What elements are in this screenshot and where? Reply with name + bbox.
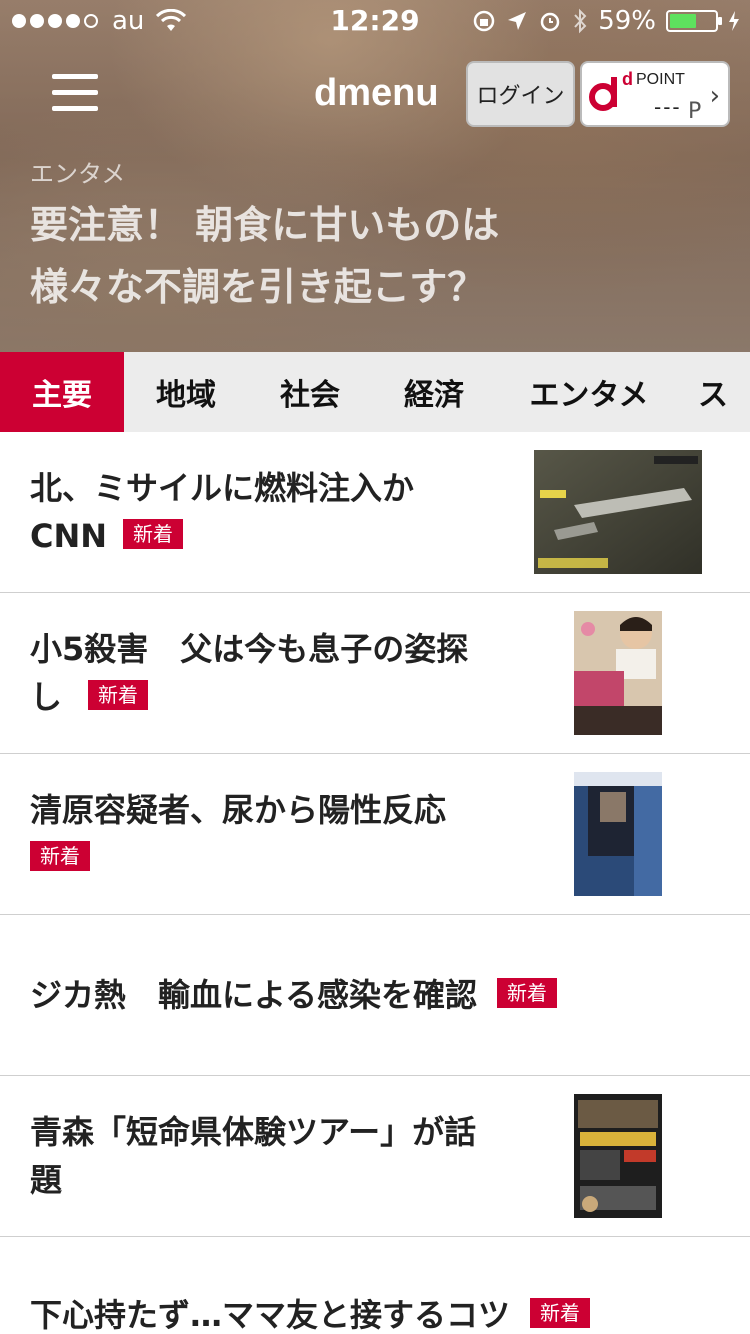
rotation-lock-icon [473,10,495,32]
menu-button[interactable] [52,72,98,112]
news-list: 北、ミサイルに燃料注入か CNN 新着 小5殺害 父は今も息子の姿探 し新着 清… [0,432,750,1334]
news-title: 小5殺害 父は今も息子の姿探 し新着 [30,630,469,716]
alarm-icon [540,12,560,32]
tab-society[interactable]: 社会 [248,352,372,432]
news-item[interactable]: 小5殺害 父は今も息子の姿探 し新着 [0,593,750,754]
tab-main[interactable]: 主要 [0,352,124,432]
news-thumbnail [574,611,662,735]
dpoint-unit: P [688,99,702,124]
dpoint-value: --- [654,95,682,119]
hero-category: エンタメ [30,160,126,188]
dpoint-button[interactable]: d POINT --- P › [580,61,730,127]
login-button[interactable]: ログイン [466,61,575,127]
news-item[interactable]: ジカ熱 輸血による感染を確認 新着 [0,915,750,1076]
battery-percent: 59% [598,6,656,36]
dmenu-logo[interactable]: dmenu [314,72,439,115]
status-bar: au 12:29 59% [0,0,750,40]
new-badge: 新着 [123,519,184,549]
hero-title-line2: 様々な不調を引き起こす？ [30,265,486,309]
chevron-right-icon: › [709,81,720,111]
news-title: ジカ熱 輸血による感染を確認 新着 [30,971,630,1019]
news-item[interactable]: 下心持たず…ママ友と接するコツ 新着 [0,1237,750,1334]
new-badge: 新着 [30,841,90,871]
tab-entertainment[interactable]: エンタメ [496,352,682,432]
news-title: 北、ミサイルに燃料注入か CNN 新着 [30,469,415,555]
news-title: 青森「短命県体験ツアー」が話 題 [30,1113,477,1199]
news-thumbnail [574,1094,662,1218]
bluetooth-icon [574,8,587,34]
news-thumbnail [534,450,702,574]
news-item[interactable]: 北、ミサイルに燃料注入か CNN 新着 [0,432,750,593]
news-item[interactable]: 清原容疑者、尿から陽性反応 新着 [0,754,750,915]
status-right: 59% [472,6,740,36]
dpoint-label: POINT [636,71,685,88]
news-title: 下心持たず…ママ友と接するコツ 新着 [30,1291,670,1334]
charging-icon [729,11,739,31]
location-arrow-icon [508,12,527,30]
news-item[interactable]: 青森「短命県体験ツアー」が話 題 [0,1076,750,1237]
tab-sports[interactable]: ス [682,352,750,432]
dpoint-logo-icon [589,77,617,111]
new-badge: 新着 [497,978,558,1008]
news-title: 清原容疑者、尿から陽性反応 新着 [30,786,500,882]
hero-title[interactable]: 要注意！ 朝食に甘いものは 様々な不調を引き起こす？ [30,194,630,318]
hero-title-line1: 要注意！ 朝食に甘いものは [30,203,500,247]
tab-local[interactable]: 地域 [124,352,248,432]
dpoint-small-d: d [622,69,633,89]
news-thumbnail [574,772,662,896]
new-badge: 新着 [88,680,149,710]
new-badge: 新着 [530,1298,591,1328]
hero-banner[interactable]: au 12:29 59% dmenu ログイン d POINT --- P › … [0,0,750,352]
tab-economy[interactable]: 経済 [372,352,496,432]
category-tabs: 主要 地域 社会 経済 エンタメ ス [0,352,750,432]
battery-icon [666,10,722,32]
